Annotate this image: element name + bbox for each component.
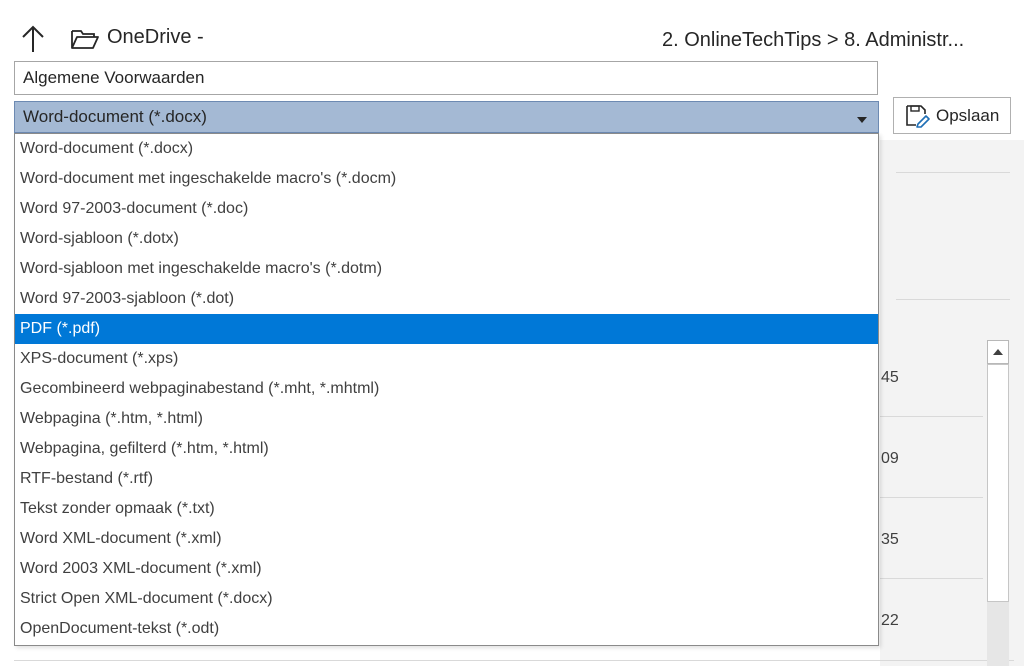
filetype-option[interactable]: PDF (*.pdf) <box>15 314 878 344</box>
filetype-option[interactable]: Word XML-document (*.xml) <box>15 524 878 554</box>
filename-input[interactable] <box>14 61 878 95</box>
list-item-time: 22 <box>881 612 899 629</box>
filetype-option[interactable]: XPS-document (*.xps) <box>15 344 878 374</box>
save-icon <box>904 104 930 128</box>
divider <box>880 497 983 498</box>
filetype-option[interactable]: Word-document met ingeschakelde macro's … <box>15 164 878 194</box>
filetype-option[interactable]: Word-document (*.docx) <box>15 134 878 164</box>
save-button-label: Opslaan <box>936 106 1000 125</box>
list-item-time: 45 <box>881 369 899 386</box>
list-item-time: 09 <box>881 450 899 467</box>
filetype-option[interactable]: Word-sjabloon met ingeschakelde macro's … <box>15 254 878 284</box>
divider <box>14 660 1014 661</box>
divider <box>880 578 983 579</box>
location-label[interactable]: OneDrive - <box>107 26 204 49</box>
filetype-select[interactable]: Word-document (*.docx) <box>14 101 879 133</box>
filetype-option[interactable]: Word 97-2003-sjabloon (*.dot) <box>15 284 878 314</box>
save-button[interactable]: Opslaan <box>893 97 1011 134</box>
filetype-option[interactable]: RTF-bestand (*.rtf) <box>15 464 878 494</box>
filetype-option[interactable]: Word 97-2003-document (*.doc) <box>15 194 878 224</box>
folder-open-icon <box>70 27 100 51</box>
divider <box>896 172 1010 173</box>
filetype-option[interactable]: OpenDocument-tekst (*.odt) <box>15 614 878 644</box>
filetype-option[interactable]: Webpagina, gefilterd (*.htm, *.html) <box>15 434 878 464</box>
filetype-option[interactable]: Strict Open XML-document (*.docx) <box>15 584 878 614</box>
filetype-option[interactable]: Word 2003 XML-document (*.xml) <box>15 554 878 584</box>
chevron-down-icon[interactable] <box>856 112 868 123</box>
scroll-up-arrow-icon[interactable] <box>987 340 1009 364</box>
filetype-option[interactable]: Word-sjabloon (*.dotx) <box>15 224 878 254</box>
filetype-dropdown-list[interactable]: Word-document (*.docx) Word-document met … <box>14 133 879 646</box>
list-item-time: 35 <box>881 531 899 548</box>
filetype-option[interactable]: Webpagina (*.htm, *.html) <box>15 404 878 434</box>
divider <box>896 299 1010 300</box>
filetype-option[interactable]: Gecombineerd webpaginabestand (*.mht, *.… <box>15 374 878 404</box>
filetype-option[interactable]: Tekst zonder opmaak (*.txt) <box>15 494 878 524</box>
scrollbar-thumb[interactable] <box>987 364 1009 602</box>
breadcrumb[interactable]: 2. OnlineTechTips > 8. Administr... <box>662 29 964 52</box>
filetype-selected-value: Word-document (*.docx) <box>23 107 207 126</box>
arrow-up-icon[interactable] <box>18 22 48 56</box>
divider <box>880 416 983 417</box>
